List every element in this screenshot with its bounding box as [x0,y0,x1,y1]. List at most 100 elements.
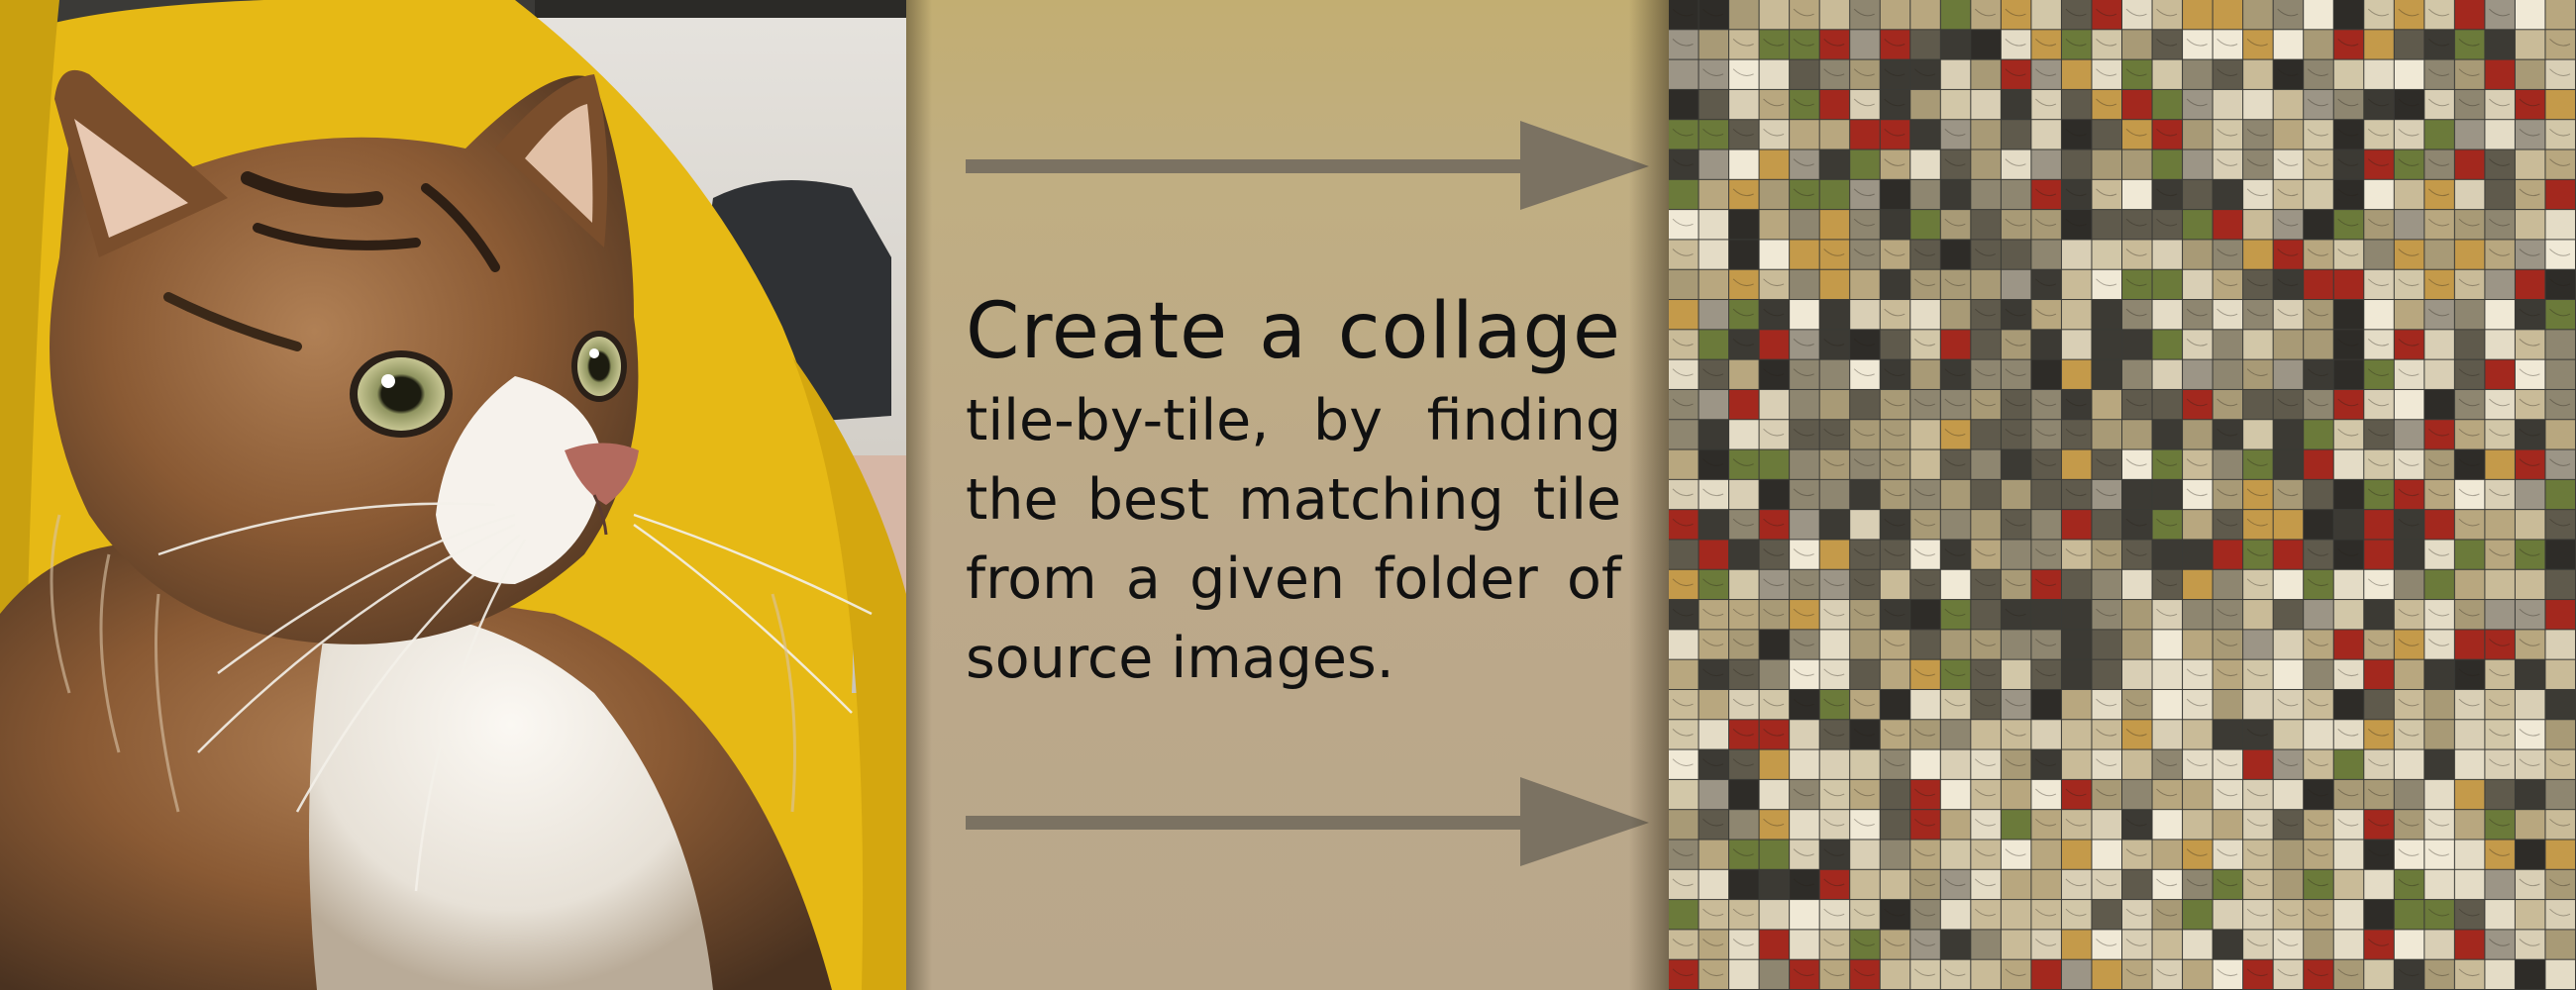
mosaic-tile [1699,749,1729,779]
mosaic-tile [1880,179,1910,210]
mosaic-tile [2454,210,2485,240]
mosaic-tile [1790,59,1819,89]
mosaic-tile [2122,449,2152,479]
mosaic-tile [1790,300,1819,330]
mosaic-tile [2394,569,2424,600]
mosaic-tile [2424,269,2454,300]
caption-headline: Create a collage [966,287,1621,376]
mosaic-tile [1790,900,1819,930]
mosaic-tile [2092,120,2121,149]
mosaic-tile [1940,149,1971,179]
mosaic-tile [2061,300,2092,330]
mosaic-tile [2394,89,2424,120]
mosaic-tile [1880,210,1910,240]
mosaic-tile [2454,300,2485,330]
mosaic-tile [1910,540,1940,569]
mosaic-tile [1940,59,1971,89]
mosaic-tile [2061,540,2092,569]
mosaic-tile [2485,540,2515,569]
mosaic-tile [1850,59,1880,89]
mosaic-tile [1669,210,1699,240]
mosaic-tile [2031,89,2061,120]
mosaic-tile [2515,300,2545,330]
mosaic-tile [2515,510,2545,540]
mosaic-tile [2424,89,2454,120]
mosaic-tile [2152,659,2183,689]
mosaic-tile [2213,89,2243,120]
mosaic-tile [2152,420,2183,449]
mosaic-tile [2333,300,2364,330]
mosaic-tile [2424,330,2454,359]
mosaic-tile [2001,659,2031,689]
mosaic-tile [1940,600,1971,630]
mosaic-tile [2152,30,2183,59]
mosaic-tile [2454,420,2485,449]
mosaic-tile [1669,0,1699,30]
mosaic-tile [1759,659,1790,689]
mosaic-collage [1669,0,2576,990]
mosaic-tile [1910,359,1940,389]
mosaic-tile [1669,449,1699,479]
mosaic-tile [2454,120,2485,149]
mosaic-tile [1790,120,1819,149]
mosaic-tile [2092,30,2121,59]
mosaic-tile [2061,659,2092,689]
mosaic-tile [2031,179,2061,210]
mosaic-tile [2183,510,2213,540]
mosaic-tile [1819,659,1850,689]
mosaic-tile [2545,840,2575,869]
mosaic-tile [1729,300,1759,330]
mosaic-tile [1819,300,1850,330]
mosaic-tile [2515,0,2545,30]
mosaic-tile [2273,900,2304,930]
arrow-right-icon [966,777,1649,866]
mosaic-tile [2183,330,2213,359]
mosaic-tile [1729,720,1759,749]
mosaic-tile [1940,240,1971,269]
mosaic-tile [2183,689,2213,720]
mosaic-tile [1669,510,1699,540]
mosaic-tile [2364,120,2394,149]
mosaic-tile [2515,149,2545,179]
mosaic-tile [1940,330,1971,359]
mosaic-tile [2273,869,2304,900]
mosaic-tile [1729,569,1759,600]
mosaic-tile [1971,779,2001,810]
mosaic-tile [1910,510,1940,540]
mosaic-tile [2364,359,2394,389]
mosaic-tile [1729,389,1759,420]
mosaic-tile [2122,959,2152,989]
mosaic-tile [2394,779,2424,810]
mosaic-tile [2485,689,2515,720]
mosaic-tile [2424,540,2454,569]
mosaic-tile [1759,840,1790,869]
mosaic-tile [2001,810,2031,840]
mosaic-tile [1819,749,1850,779]
mosaic-tile [1819,720,1850,749]
mosaic-tile [2061,689,2092,720]
mosaic-tile [1910,269,1940,300]
mosaic-tile [1971,330,2001,359]
mosaic-tile [2485,30,2515,59]
mosaic-tile [2304,930,2333,959]
mosaic-tile [1850,449,1880,479]
mosaic-tile [2304,869,2333,900]
mosaic-tile [2213,749,2243,779]
mosaic-tile [2031,720,2061,749]
mosaic-tile [2152,749,2183,779]
mosaic-tile [2243,959,2273,989]
mosaic-tile [1971,269,2001,300]
mosaic-tile [1759,930,1790,959]
mosaic-tile [2122,269,2152,300]
mosaic-tile [2364,779,2394,810]
mosaic-tile [2394,689,2424,720]
mosaic-tile [1940,389,1971,420]
mosaic-tile [1910,300,1940,330]
mosaic-tile [2001,689,2031,720]
mosaic-tile [2394,59,2424,89]
mosaic-tile [2485,659,2515,689]
mosaic-tile [2092,930,2121,959]
mosaic-tile [2031,630,2061,659]
mosaic-tile [2545,779,2575,810]
mosaic-tile [2183,449,2213,479]
